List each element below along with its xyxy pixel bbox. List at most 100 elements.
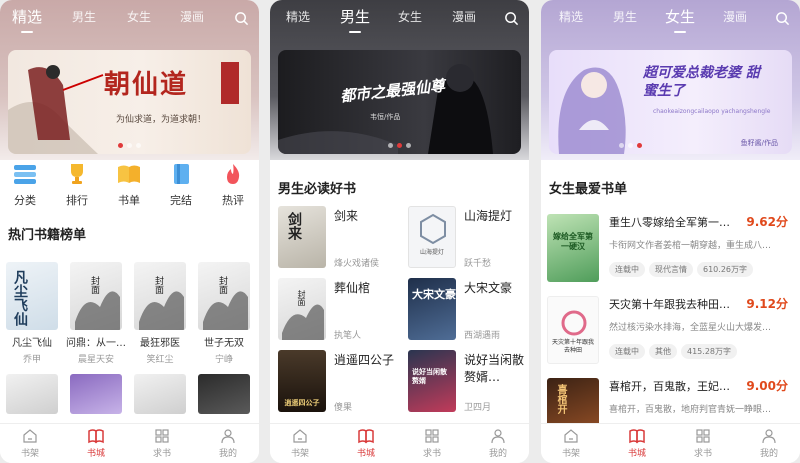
book-item[interactable]: 天灾第十年跟我去种田 天灾第十年跟我去种田… 9.12分 然过核污染水排海，全蓝…: [547, 294, 794, 366]
book-cover[interactable]: [134, 374, 186, 414]
book-card[interactable]: 封面 问鼎：从一等… 晨星天安: [66, 262, 126, 365]
search-icon[interactable]: [234, 11, 249, 26]
nav-label: 书架: [290, 449, 309, 459]
book-cover[interactable]: [70, 374, 122, 414]
user-icon: [221, 429, 235, 444]
cover-text: 凡尘飞仙: [12, 270, 28, 326]
cover-text: 大宋文豪: [412, 288, 456, 301]
book-title: 最狂邪医: [140, 338, 180, 349]
nav-label: 我的: [488, 449, 507, 459]
category-label: 分类: [14, 194, 36, 207]
cover-text: 喜棺开: [555, 384, 566, 414]
book-title: 大宋文豪: [464, 281, 513, 295]
book-description: 然过核污染水排海，全蓝星火山大爆发…: [609, 323, 772, 333]
cover-text: 封面: [89, 276, 99, 294]
book-title: 葬仙棺: [334, 281, 371, 295]
book-item[interactable]: 封面 葬仙棺 执笔人: [278, 278, 399, 342]
book-item[interactable]: 山海提灯 山海提灯 跃千愁: [408, 206, 529, 270]
nav-request[interactable]: 求书: [142, 428, 182, 459]
tab-featured[interactable]: 精选: [559, 8, 583, 25]
book-cover[interactable]: [198, 374, 250, 414]
book-cover: 嫁给全军第一硬汉: [547, 214, 599, 282]
book-score: 9.62分: [746, 215, 788, 229]
nav-bookshelf[interactable]: 书架: [10, 428, 50, 459]
banner-title: 朝仙道: [104, 70, 189, 100]
home-icon: [564, 429, 578, 443]
book-description: 喜棺开，百鬼散，地府判官青妩一睁眼…: [609, 405, 772, 415]
category-classify[interactable]: 分类: [0, 162, 50, 208]
book-title: 重生八零嫁给全军第一…: [609, 216, 730, 229]
screen: 精选 男生 女生 漫画 朝仙道 为仙求道，为道求朝！ 分类 排行 书单 完结 热…: [0, 0, 800, 463]
search-icon[interactable]: [775, 11, 790, 26]
nav-bookshelf[interactable]: 书架: [280, 428, 320, 459]
promo-banner[interactable]: 朝仙道 为仙求道，为道求朝！: [8, 50, 251, 154]
book-item[interactable]: 剑来 剑来 烽火戏诸侯: [278, 206, 399, 270]
book-item[interactable]: 逍遥四公子 逍遥四公子 傻果: [278, 350, 399, 414]
tab-featured[interactable]: 精选: [12, 6, 42, 33]
cover-text: 封面: [297, 290, 306, 306]
category-hot-reviews[interactable]: 热评: [208, 162, 258, 208]
header: 精选 男生 女生 漫画 超可爱总裁老婆 甜蜜生了 chaokeaizongcai…: [541, 0, 800, 160]
nav-bookstore[interactable]: 书城: [617, 428, 657, 459]
banner-subtitle: 为仙求道，为道求朝！: [116, 115, 207, 125]
book-card[interactable]: 凡尘飞仙 凡尘飞仙 乔甲: [6, 262, 58, 365]
book-card[interactable]: 封面 世子无双 宁峥: [198, 262, 250, 365]
book-cover: 逍遥四公子: [278, 350, 326, 412]
banner-pinyin: chaokeaizongcailaopo yachangshengle: [653, 108, 771, 115]
tab-comic[interactable]: 漫画: [723, 8, 747, 25]
book-title: 剑来: [334, 209, 359, 223]
header: 精选 男生 女生 漫画 都市之最强仙尊 韦恒/作品: [270, 0, 529, 160]
nav-bookstore[interactable]: 书城: [346, 428, 386, 459]
nav-bookshelf[interactable]: 书架: [551, 428, 591, 459]
tab-featured[interactable]: 精选: [286, 8, 310, 25]
tab-male[interactable]: 男生: [613, 8, 637, 25]
promo-banner[interactable]: 都市之最强仙尊 韦恒/作品: [278, 50, 521, 154]
tab-female[interactable]: 女生: [398, 8, 422, 25]
banner-art: 都市之最强仙尊 韦恒/作品: [278, 50, 521, 154]
nav-profile[interactable]: 我的: [749, 428, 789, 459]
book-title: 天灾第十年跟我去种田…: [609, 298, 730, 311]
open-book-icon: [358, 429, 374, 444]
book-cover: 喜棺开: [547, 378, 599, 426]
nav-bookstore[interactable]: 书城: [76, 428, 116, 459]
book-title: 凡尘飞仙: [12, 338, 52, 349]
book-item[interactable]: 喜棺开 喜棺开，百鬼散，王妃… 9.00分 喜棺开，百鬼散，地府判官青妩一睁眼…: [547, 376, 794, 428]
book-item[interactable]: 嫁给全军第一硬汉 重生八零嫁给全军第一… 9.62分 卡衔网文作者姜棺一朝穿越，…: [547, 212, 794, 284]
nav-profile[interactable]: 我的: [208, 428, 248, 459]
book-author: 烽火戏诸侯: [334, 259, 380, 269]
carousel-dots: [549, 143, 792, 148]
genre-tag: 现代言情: [649, 262, 693, 277]
nav-label: 我的: [218, 449, 237, 459]
book-card[interactable]: 封面 最狂邪医 笑红尘: [134, 262, 186, 365]
tab-female[interactable]: 女生: [127, 8, 151, 25]
nav-label: 书城: [627, 449, 646, 459]
search-icon[interactable]: [504, 11, 519, 26]
category-ranking[interactable]: 排行: [52, 162, 102, 208]
nav-profile[interactable]: 我的: [478, 428, 518, 459]
tab-female[interactable]: 女生: [665, 6, 695, 33]
promo-banner[interactable]: 超可爱总裁老婆 甜蜜生了 chaokeaizongcailaopo yachan…: [549, 50, 792, 154]
tab-male[interactable]: 男生: [340, 6, 370, 33]
nav-label: 我的: [759, 449, 778, 459]
tab-comic[interactable]: 漫画: [180, 8, 204, 25]
nav-label: 书城: [356, 449, 375, 459]
section-title: 热门书籍榜单: [8, 228, 87, 243]
nav-request[interactable]: 求书: [412, 428, 452, 459]
tab-comic[interactable]: 漫画: [452, 8, 476, 25]
book-item[interactable]: 大宋文豪 大宋文豪 西湖遇雨: [408, 278, 529, 342]
category-booklist[interactable]: 书单: [104, 162, 154, 208]
cover-text: 山海提灯: [419, 249, 444, 256]
book-item[interactable]: 说好当闲散赘婿 说好当闲散赘婿… 卫四月: [408, 350, 529, 414]
bottom-nav: 书架 书城 求书 我的: [270, 423, 529, 463]
tab-male[interactable]: 男生: [72, 8, 96, 25]
nav-request[interactable]: 求书: [683, 428, 723, 459]
top-tabs: 精选 男生 女生 漫画: [541, 6, 800, 33]
book-cover: 天灾第十年跟我去种田: [547, 296, 599, 364]
book-cover[interactable]: [6, 374, 58, 414]
book-cover: 大宋文豪: [408, 278, 456, 340]
category-completed[interactable]: 完结: [156, 162, 206, 208]
book-author: 卫四月: [464, 403, 492, 413]
cover-text: 说好当闲散赘婿: [412, 368, 447, 385]
book-title: 说好当闲散赘婿…: [464, 353, 525, 384]
book-author: 跃千愁: [464, 259, 492, 269]
